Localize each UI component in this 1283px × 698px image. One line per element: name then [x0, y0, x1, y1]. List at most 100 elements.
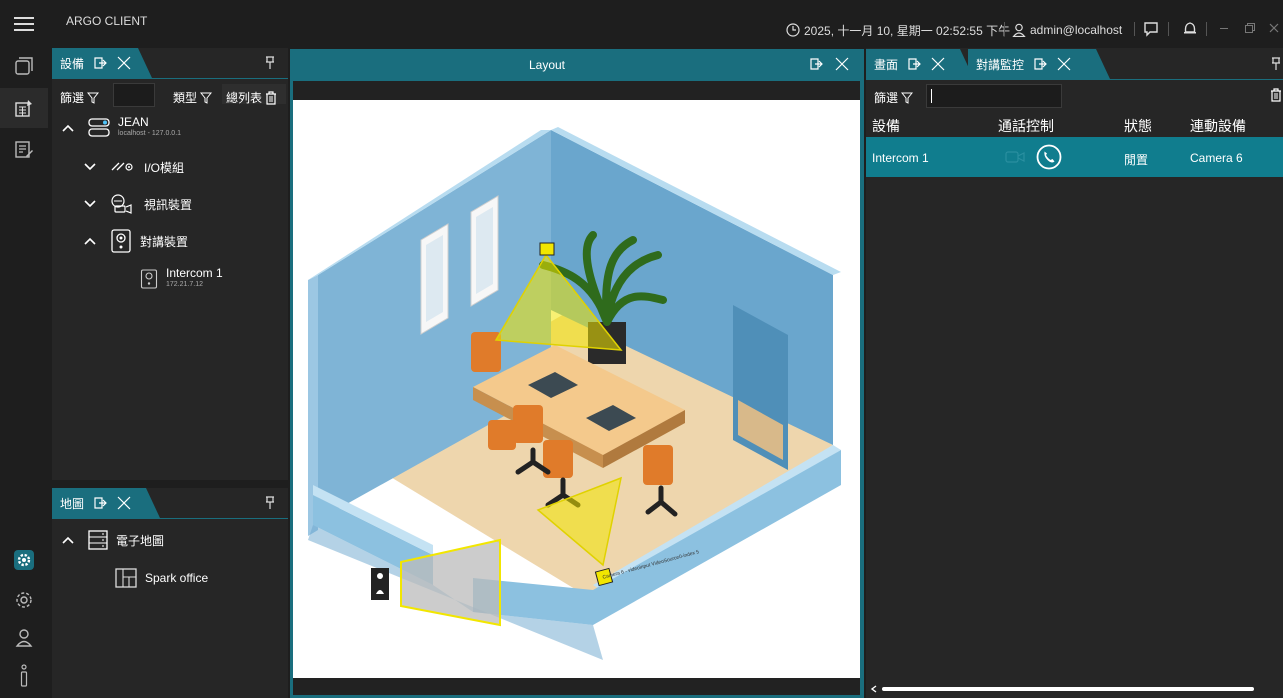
detach-icon[interactable]	[1032, 56, 1048, 72]
type-filter[interactable]: 類型	[173, 89, 213, 106]
user-display[interactable]: admin@localhost	[1012, 22, 1122, 38]
map-panel	[52, 488, 288, 698]
hamburger-menu-icon[interactable]	[12, 14, 36, 34]
info-icon[interactable]	[12, 664, 36, 688]
tab-devices[interactable]: 設備	[52, 48, 152, 78]
close-icon[interactable]	[116, 495, 132, 511]
divider	[1168, 22, 1169, 36]
datetime-display: 2025, 十一月 10, 星期一 02:52:55 下午	[786, 22, 1010, 38]
trash-icon[interactable]	[265, 90, 277, 105]
user-name: admin@localhost	[1030, 23, 1123, 37]
tree-node-video[interactable]: 視訊裝置	[84, 192, 192, 216]
tree-node-intercom-1[interactable]: Intercom 1 172.21.7.12	[140, 266, 223, 292]
intercom-icon	[140, 269, 158, 289]
chevron-up-icon[interactable]	[62, 536, 74, 544]
chevron-down-icon[interactable]	[84, 163, 96, 171]
overview-label: 總列表	[226, 91, 263, 105]
server-name: JEAN	[118, 115, 149, 129]
cell-device: Intercom 1	[872, 151, 929, 165]
floorplan-icon	[115, 568, 137, 588]
phone-call-icon[interactable]	[1036, 144, 1062, 170]
windows-icon[interactable]	[12, 54, 36, 78]
close-icon[interactable]	[116, 55, 132, 71]
tab-underline	[866, 79, 1283, 80]
pin-icon[interactable]	[1270, 56, 1282, 72]
column-header-status[interactable]: 狀態	[1124, 116, 1152, 136]
user-icon	[1012, 23, 1026, 37]
chevron-up-icon[interactable]	[62, 124, 74, 132]
chevron-up-icon[interactable]	[84, 237, 96, 245]
office-label: Spark office	[145, 571, 209, 585]
layout-header: Layout	[290, 49, 864, 80]
app-title: ARGO CLIENT	[66, 14, 148, 28]
server-address: localhost - 127.0.0.1	[118, 130, 182, 137]
emap-label: 電子地圖	[116, 533, 165, 548]
filter-icon	[200, 92, 213, 104]
intercom-address: 172.21.7.12	[166, 281, 203, 288]
emap-icon	[88, 530, 108, 550]
close-icon[interactable]	[834, 56, 850, 72]
close-icon[interactable]	[930, 56, 946, 72]
filter-label: 篩選	[874, 91, 899, 105]
tree-node-spark-office[interactable]: Spark office	[115, 566, 208, 590]
filter-input[interactable]	[926, 84, 1062, 108]
filter-control[interactable]: 篩選	[874, 89, 914, 106]
tree-node-emap[interactable]: 電子地圖	[62, 528, 164, 552]
chevron-down-icon[interactable]	[84, 200, 96, 208]
type-label: 類型	[173, 91, 198, 105]
divider	[1004, 22, 1005, 36]
video-call-icon[interactable]	[1004, 148, 1026, 166]
tab-screen[interactable]: 畫面	[866, 49, 974, 79]
io-module-label: I/O模組	[144, 160, 185, 175]
filter-input[interactable]	[113, 83, 155, 107]
cell-linked-device: Camera 6	[1190, 151, 1243, 165]
video-device-label: 視訊裝置	[144, 197, 193, 212]
divider	[1134, 22, 1135, 36]
tree-node-server[interactable]: JEAN localhost - 127.0.0.1	[62, 112, 181, 144]
intercom-device-icon	[110, 229, 132, 253]
tab-label: 對講監控	[976, 57, 1025, 72]
clock-icon	[786, 23, 800, 37]
tab-label: 地圖	[60, 496, 85, 511]
minimize-icon[interactable]	[1220, 28, 1228, 29]
tree-node-intercom-device[interactable]: 對講裝置	[84, 228, 188, 254]
intercom-name: Intercom 1	[166, 266, 223, 280]
tab-map[interactable]: 地圖	[52, 488, 160, 518]
server-icon	[88, 117, 110, 139]
close-icon[interactable]	[1056, 56, 1072, 72]
bell-icon[interactable]	[1181, 20, 1199, 38]
floorplan-image[interactable]	[293, 100, 860, 678]
column-header-device[interactable]: 設備	[872, 116, 900, 136]
layout-edit-icon[interactable]	[12, 96, 36, 120]
detach-icon[interactable]	[906, 56, 922, 72]
table-row[interactable]: Intercom 1 閒置 Camera 6	[866, 137, 1283, 177]
filter-icon	[87, 92, 100, 104]
account-icon[interactable]	[12, 626, 36, 650]
trash-icon[interactable]	[1270, 88, 1282, 102]
gear-icon[interactable]	[12, 588, 36, 612]
text-cursor	[931, 89, 932, 103]
column-header-linked-device[interactable]: 連動設備	[1190, 116, 1246, 136]
divider	[1206, 22, 1207, 36]
tab-label: 畫面	[874, 57, 899, 72]
tab-underline	[52, 518, 288, 519]
intercom-device-label: 對講裝置	[140, 234, 189, 249]
cell-status: 閒置	[1124, 153, 1149, 167]
pin-icon[interactable]	[264, 55, 276, 71]
chat-icon[interactable]	[1142, 20, 1160, 38]
restore-icon[interactable]	[1244, 22, 1256, 34]
overview-button[interactable]: 總列表	[226, 89, 277, 106]
detach-icon[interactable]	[808, 56, 824, 72]
tab-intercom-monitor[interactable]: 對講監控	[968, 49, 1110, 79]
settings-active-icon[interactable]	[10, 546, 38, 574]
tree-node-io-module[interactable]: I/O模組	[84, 155, 184, 179]
filter-control[interactable]: 篩選	[60, 89, 100, 106]
pin-icon[interactable]	[264, 495, 276, 511]
close-window-icon[interactable]	[1268, 22, 1280, 34]
column-header-call-control[interactable]: 通話控制	[998, 116, 1054, 136]
detach-icon[interactable]	[92, 495, 108, 511]
document-edit-icon[interactable]	[12, 138, 36, 162]
detach-icon[interactable]	[92, 55, 108, 71]
horizontal-scrollbar[interactable]	[870, 685, 1283, 693]
video-device-icon	[110, 194, 136, 214]
